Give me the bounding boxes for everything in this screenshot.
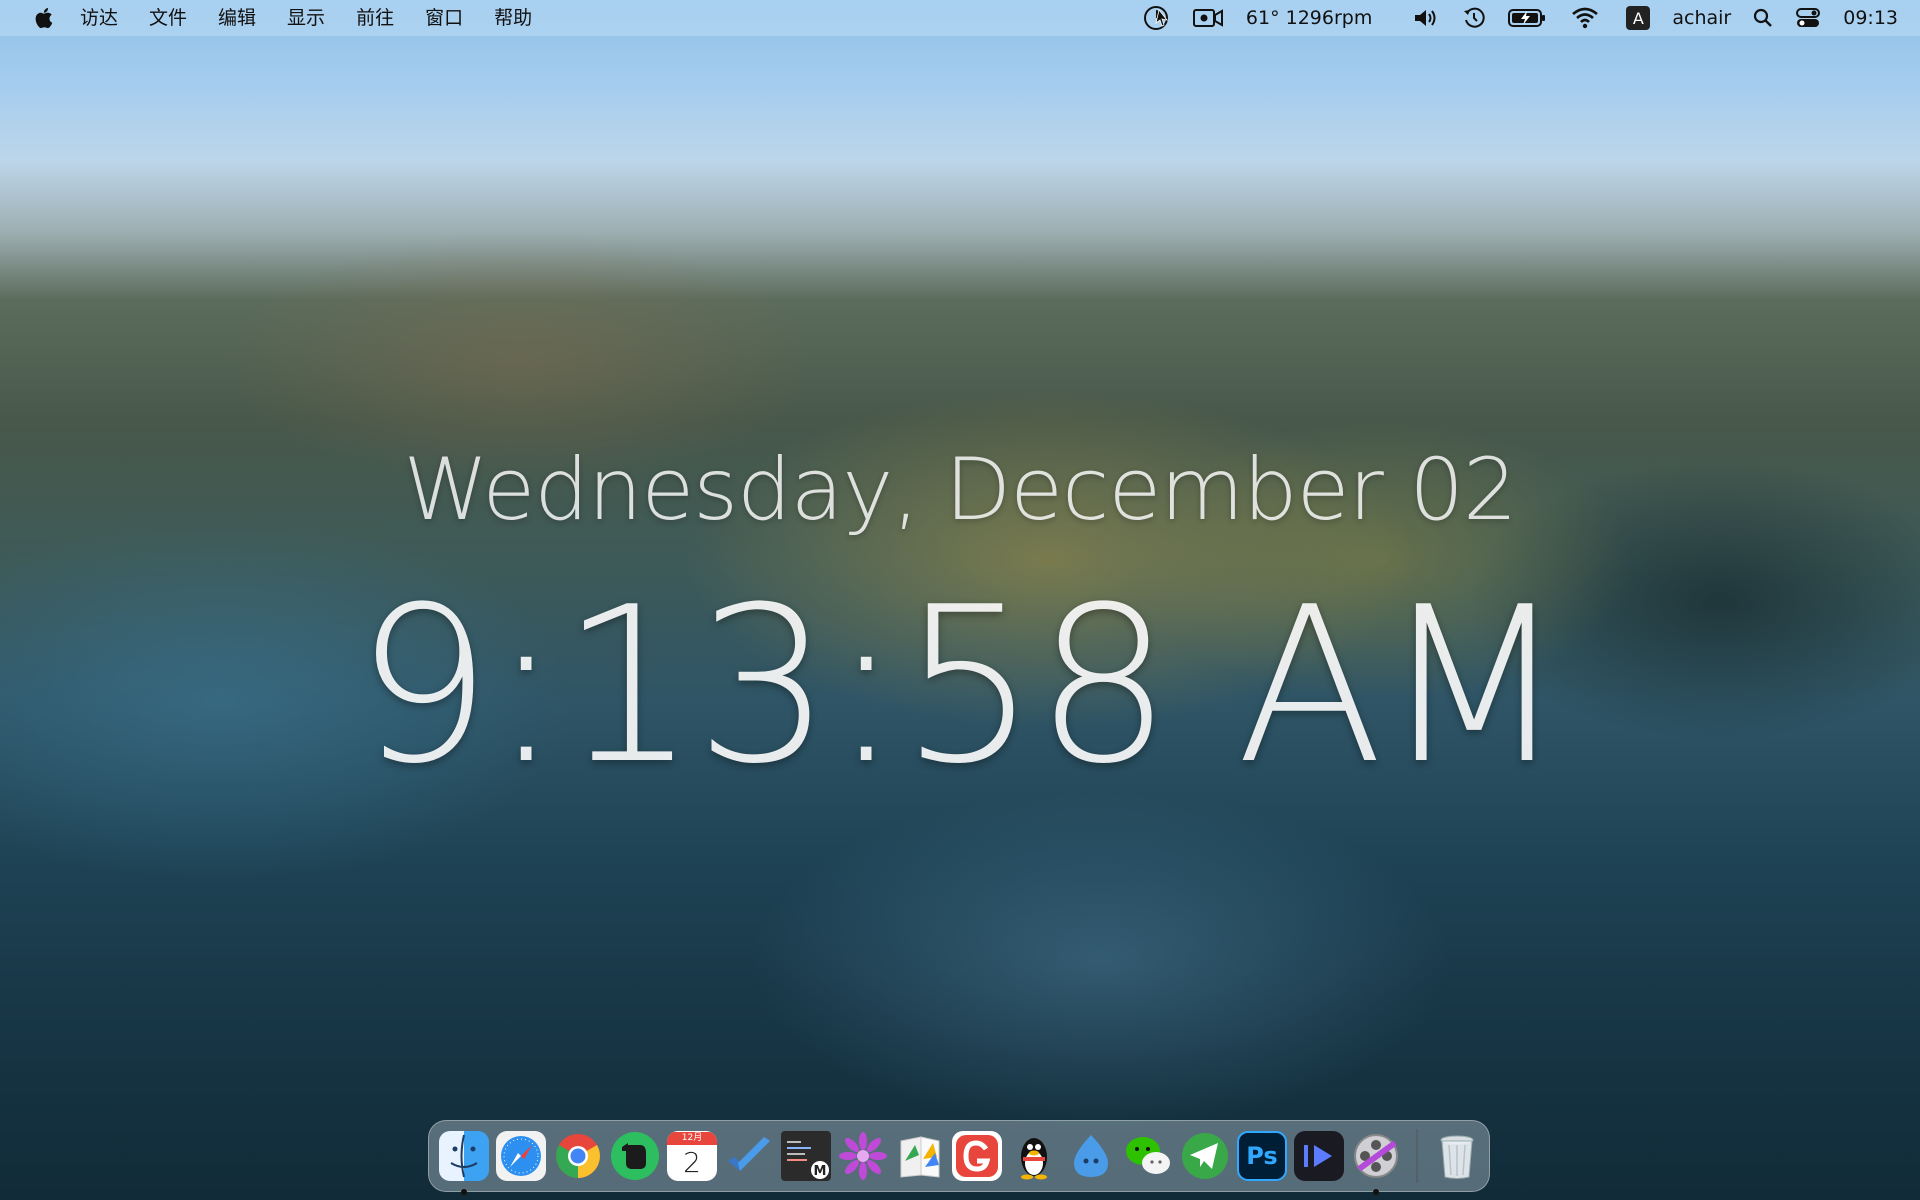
menu-finder[interactable]: 访达 [80, 0, 118, 36]
evernote-icon[interactable] [610, 1131, 660, 1181]
menu-edit[interactable]: 编辑 [218, 0, 256, 36]
menu-bar: 访达 文件 编辑 显示 前往 窗口 帮助 61° 1296rpm A achai… [0, 0, 1920, 36]
apple-icon[interactable] [32, 6, 54, 30]
running-indicator [1373, 1189, 1379, 1195]
screen-record-icon[interactable] [1192, 0, 1224, 36]
control-center-icon[interactable] [1795, 0, 1821, 36]
video-play-icon[interactable] [1294, 1131, 1344, 1181]
paper-plane-icon[interactable] [1180, 1131, 1230, 1181]
menu-help[interactable]: 帮助 [494, 0, 532, 36]
running-indicator [461, 1189, 467, 1195]
desktop-wallpaper: 访达 文件 编辑 显示 前往 窗口 帮助 61° 1296rpm A achai… [0, 0, 1920, 1200]
finder-icon[interactable] [439, 1131, 489, 1195]
time-machine-icon[interactable] [1462, 0, 1486, 36]
svg-text:M: M [814, 1164, 827, 1179]
menu-bar-clock[interactable]: 09:13 [1843, 0, 1898, 36]
menu-view[interactable]: 显示 [287, 0, 325, 36]
safari-icon[interactable] [496, 1131, 546, 1181]
username[interactable]: achair [1672, 0, 1731, 36]
spotlight-search-icon[interactable] [1753, 0, 1773, 36]
photoshop-label: Ps [1246, 1142, 1278, 1170]
wifi-icon[interactable] [1572, 0, 1599, 36]
clock-date: Wednesday, December 02 [403, 440, 1517, 540]
input-source-label: A [1626, 6, 1651, 30]
input-source-indicator[interactable]: A [1626, 0, 1651, 36]
dock: 12月 2 M Ps [428, 1120, 1490, 1195]
film-reel-icon[interactable] [1351, 1131, 1401, 1195]
battery-icon[interactable] [1508, 0, 1546, 36]
fan-speed-readout[interactable]: 61° 1296rpm [1246, 0, 1372, 36]
tasks-check-icon[interactable] [724, 1131, 774, 1181]
calendar-day: 2 [683, 1145, 701, 1179]
qq-penguin-icon[interactable] [1009, 1131, 1059, 1181]
droplet-chat-icon[interactable] [1066, 1131, 1116, 1181]
clock-time: 9:13:58 AM [355, 560, 1567, 811]
trash-icon[interactable] [1432, 1131, 1482, 1181]
notebook-icon[interactable] [895, 1131, 945, 1181]
g-app-icon[interactable] [952, 1131, 1002, 1181]
photoshop-icon[interactable]: Ps [1237, 1131, 1287, 1181]
menu-go[interactable]: 前往 [356, 0, 394, 36]
calendar-icon[interactable]: 12月 2 [667, 1131, 717, 1181]
clock-app-icon[interactable] [1142, 0, 1170, 36]
flower-icon[interactable] [838, 1131, 888, 1181]
chrome-icon[interactable] [553, 1131, 603, 1181]
calendar-month: 12月 [667, 1131, 717, 1145]
volume-icon[interactable] [1412, 0, 1440, 36]
menu-window[interactable]: 窗口 [425, 0, 463, 36]
editor-icon[interactable]: M [781, 1131, 831, 1181]
dock-separator [1416, 1129, 1418, 1183]
menu-file[interactable]: 文件 [149, 0, 187, 36]
wechat-icon[interactable] [1123, 1131, 1173, 1181]
